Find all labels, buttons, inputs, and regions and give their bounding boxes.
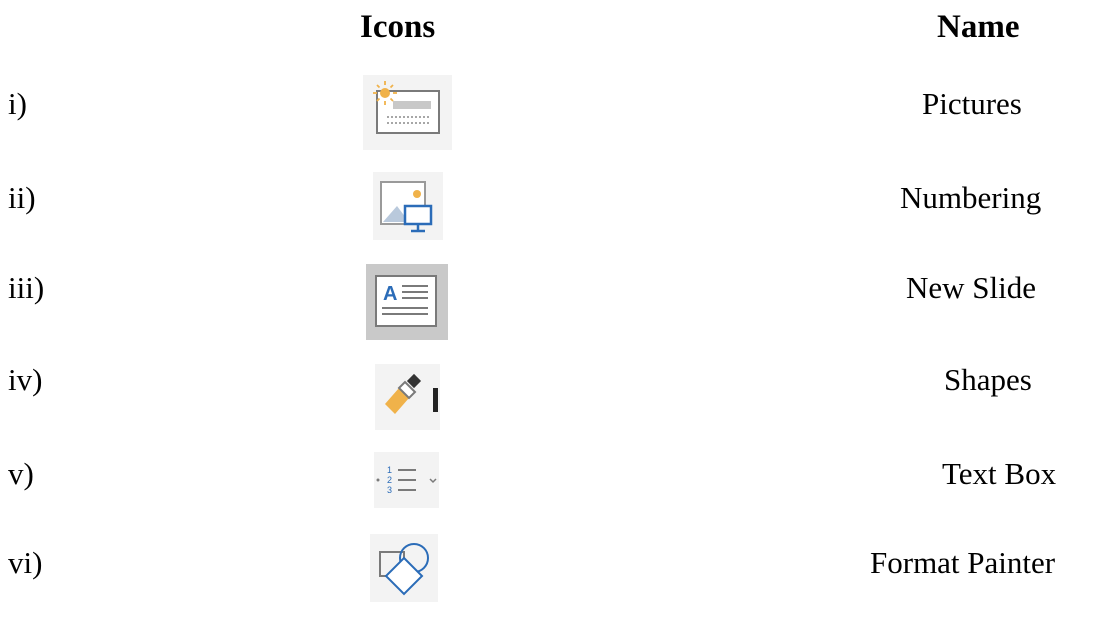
row-label: ii) [8,180,36,215]
shapes-icon [370,534,438,602]
row-name: New Slide [906,270,1037,305]
row-label: vi) [8,545,43,580]
table-row: ii) Numbering [0,172,1099,252]
row-name: Text Box [942,456,1057,491]
header-icons: Icons [360,9,436,45]
table-row: iii) A New Slide [0,264,1099,344]
title-slide-layout-icon [363,75,452,150]
format-painter-icon [375,364,440,430]
row-label: i) [8,86,27,121]
table-row: v) 1 2 3 Text Box [0,448,1099,528]
row-name: Shapes [944,362,1032,397]
row-label: v) [8,456,34,491]
row-name: Numbering [900,180,1042,215]
table-row: iv) Shapes [0,356,1099,436]
header-name: Name [937,9,1020,45]
row-name: Pictures [922,86,1022,121]
pictures-icon [373,172,443,240]
svg-text:2: 2 [387,475,392,485]
row-label: iii) [8,270,45,305]
numbering-icon: 1 2 3 [374,452,439,508]
svg-text:A: A [383,283,397,305]
table-row: i) Pictures [0,75,1099,160]
text-box-icon: A [366,264,448,340]
row-label: iv) [8,362,43,397]
svg-text:1: 1 [387,465,392,475]
row-name: Format Painter [870,545,1056,580]
table-row: vi) Format Painter [0,534,1099,620]
svg-text:3: 3 [387,485,392,495]
